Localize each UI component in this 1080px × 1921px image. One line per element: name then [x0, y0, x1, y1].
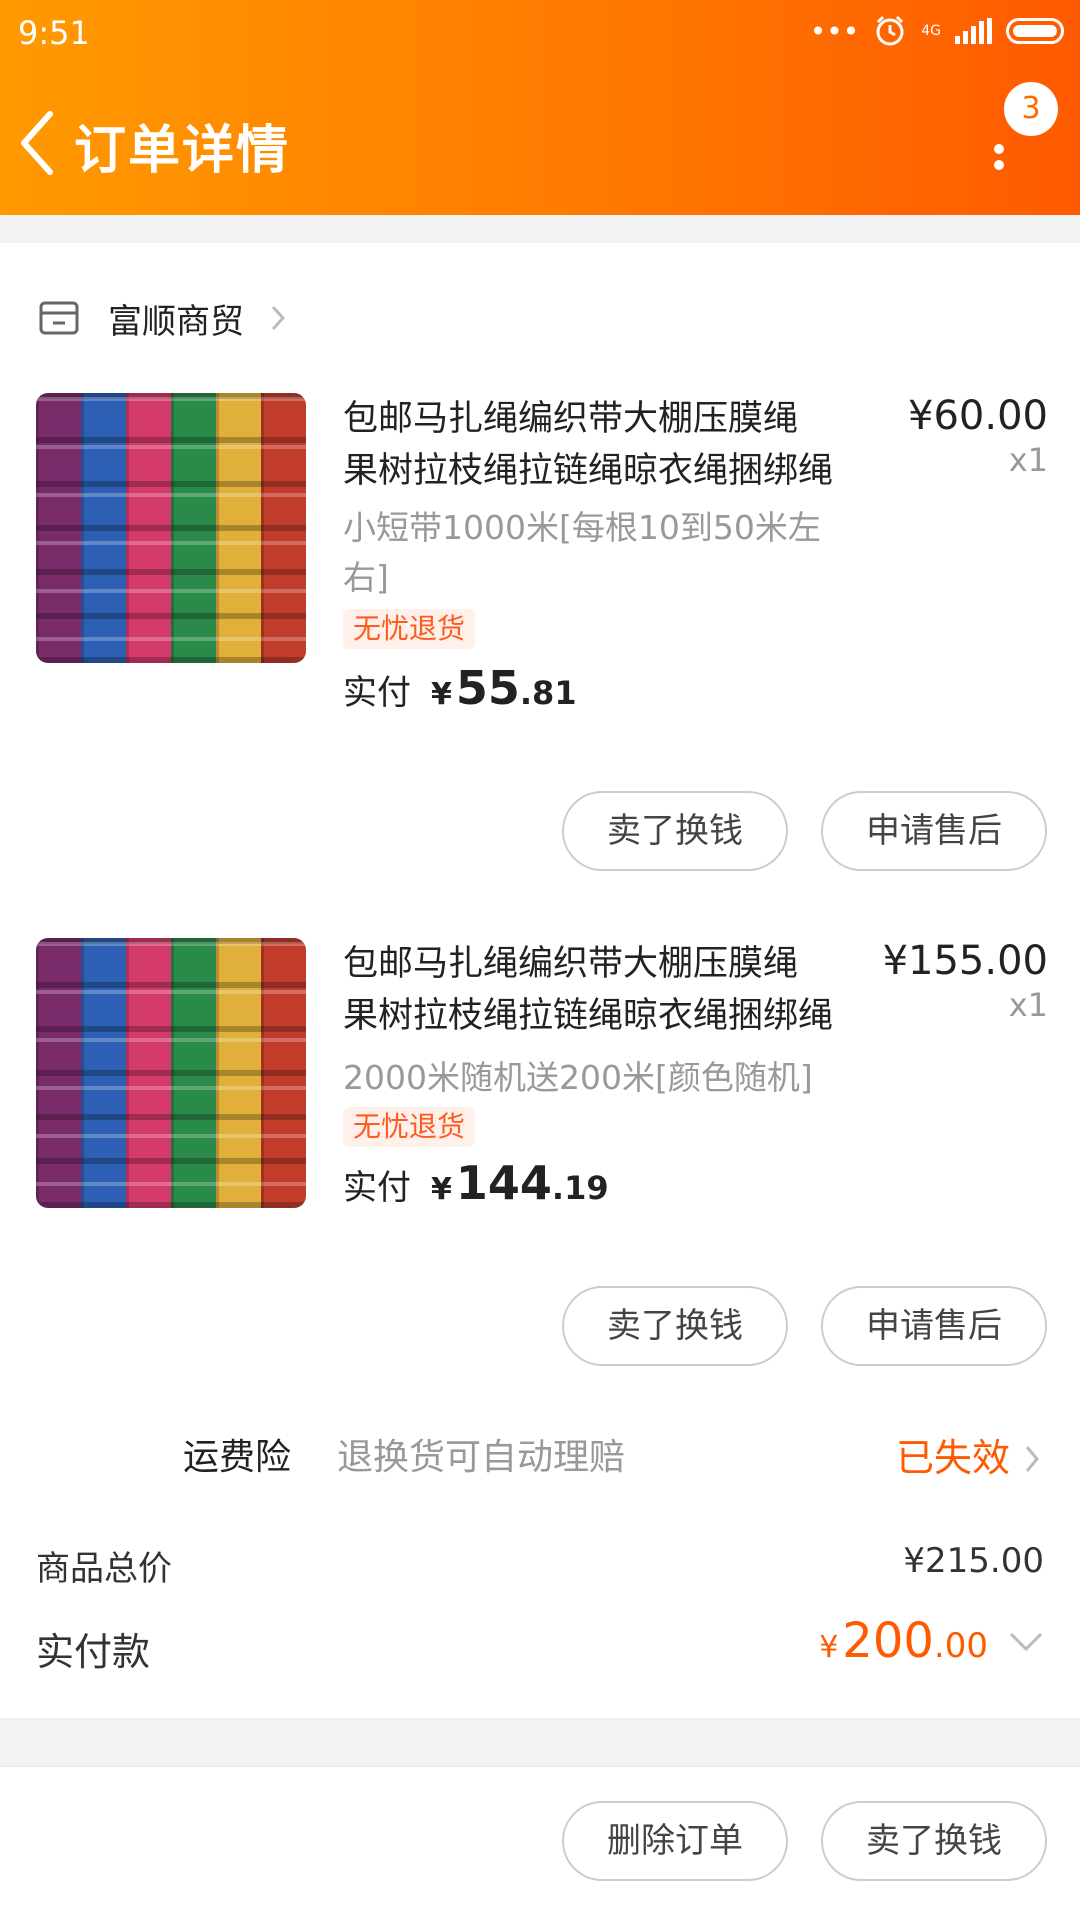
status-time: 9:51 — [18, 14, 90, 52]
paid-total-label: 实付款 — [36, 1630, 151, 1674]
paid-label: 实付 — [343, 1168, 411, 1208]
paid-decimal: .81 — [519, 674, 577, 712]
paid-total-currency: ¥ — [819, 1630, 839, 1665]
chevron-right-icon — [1025, 1446, 1039, 1472]
app-header: 9:51 ••• 4G 订单详情 3 — [0, 0, 1080, 215]
chevron-down-icon[interactable] — [1008, 1631, 1044, 1653]
insurance-status: 已失效 — [895, 1436, 1010, 1480]
sell-button[interactable]: 卖了换钱 — [562, 791, 788, 871]
product-qty: x1 — [1008, 986, 1048, 1024]
store-icon — [39, 301, 79, 335]
back-arrow-icon[interactable] — [16, 108, 58, 178]
product-title-line2: 果树拉枝绳拉链绳晾衣绳捆绑绳 — [343, 996, 834, 1036]
goods-total-label: 商品总价 — [36, 1549, 172, 1589]
paid-currency: ¥ — [431, 1172, 452, 1207]
goods-total-value: ¥215.00 — [903, 1541, 1044, 1581]
paid-decimal: .19 — [551, 1169, 609, 1207]
more-menu-button[interactable]: 3 — [972, 82, 1062, 182]
after-sale-button[interactable]: 申请售后 — [821, 791, 1047, 871]
paid-amount: 实付 ¥ 144 .19 — [343, 1156, 609, 1210]
insurance-desc: 退换货可自动理赔 — [337, 1437, 626, 1478]
order-item[interactable]: 包邮马扎绳编织带大棚压膜绳 果树拉枝绳拉链绳晾衣绳捆绑绳 ¥60.00 x1 小… — [0, 393, 1080, 883]
insurance-label: 运费险 — [183, 1437, 292, 1478]
product-title-line1: 包邮马扎绳编织带大棚压膜绳 — [343, 944, 799, 984]
status-icons: ••• 4G — [810, 14, 1064, 48]
product-qty: x1 — [1008, 441, 1048, 479]
product-title[interactable]: 包邮马扎绳编织带大棚压膜绳 果树拉枝绳拉链绳晾衣绳捆绑绳 — [343, 393, 853, 497]
alarm-icon — [876, 15, 904, 46]
product-image[interactable] — [36, 393, 306, 663]
paid-total-row[interactable]: 实付款 ¥ 200 .00 — [36, 1613, 1044, 1683]
product-price: ¥60.00 — [908, 393, 1048, 439]
shipping-insurance-row[interactable]: 运费险 退换货可自动理赔 已失效 — [0, 1428, 1080, 1488]
more-vertical-icon — [994, 144, 1004, 176]
product-title-line1: 包邮马扎绳编织带大棚压膜绳 — [343, 399, 799, 439]
product-sku: 2000米随机送200米[颜色随机] — [343, 1058, 813, 1097]
paid-total-amount: ¥ 200 .00 — [819, 1613, 988, 1669]
shop-row[interactable]: 富顺商贸 — [38, 283, 286, 353]
paid-total-decimal: .00 — [933, 1626, 988, 1666]
sell-button[interactable]: 卖了换钱 — [562, 1286, 788, 1366]
page-title: 订单详情 — [74, 121, 291, 181]
product-sku: 小短带1000米[每根10到50米左右] — [343, 508, 821, 597]
paid-integer: 144 — [455, 1156, 552, 1210]
section-divider — [0, 1718, 1080, 1756]
paid-label: 实付 — [343, 673, 411, 713]
delete-order-button[interactable]: 删除订单 — [562, 1801, 788, 1881]
order-card: 富顺商贸 包邮马扎绳编织带大棚压膜绳 果树拉枝绳拉链绳晾衣绳捆绑绳 ¥60.00… — [0, 243, 1080, 1718]
paid-total-integer: 200 — [842, 1613, 934, 1669]
bottom-action-bar: 删除订单 卖了换钱 — [0, 1766, 1080, 1921]
product-price: ¥155.00 — [882, 938, 1048, 984]
battery-icon — [1006, 18, 1064, 44]
paid-currency: ¥ — [431, 677, 452, 712]
notification-badge: 3 — [1004, 82, 1058, 136]
return-tag: 无忧退货 — [343, 1107, 476, 1147]
signal-icon — [955, 18, 992, 44]
product-title-line2: 果树拉枝绳拉链绳晾衣绳捆绑绳 — [343, 451, 834, 491]
return-tag: 无忧退货 — [343, 609, 476, 649]
after-sale-button[interactable]: 申请售后 — [821, 1286, 1047, 1366]
paid-amount: 实付 ¥ 55 .81 — [343, 661, 577, 715]
chevron-right-icon — [271, 305, 286, 331]
shop-name: 富顺商贸 — [108, 301, 244, 342]
order-item[interactable]: 包邮马扎绳编织带大棚压膜绳 果树拉枝绳拉链绳晾衣绳捆绑绳 ¥155.00 x1 … — [0, 938, 1080, 1428]
goods-total-row: 商品总价 ¥215.00 — [36, 1541, 1044, 1589]
sell-button[interactable]: 卖了换钱 — [821, 1801, 1047, 1881]
more-status-icon: ••• — [809, 14, 860, 48]
paid-integer: 55 — [455, 661, 520, 715]
product-title[interactable]: 包邮马扎绳编织带大棚压膜绳 果树拉枝绳拉链绳晾衣绳捆绑绳 — [343, 938, 853, 1042]
network-label: 4G — [921, 23, 941, 39]
product-image[interactable] — [36, 938, 306, 1208]
